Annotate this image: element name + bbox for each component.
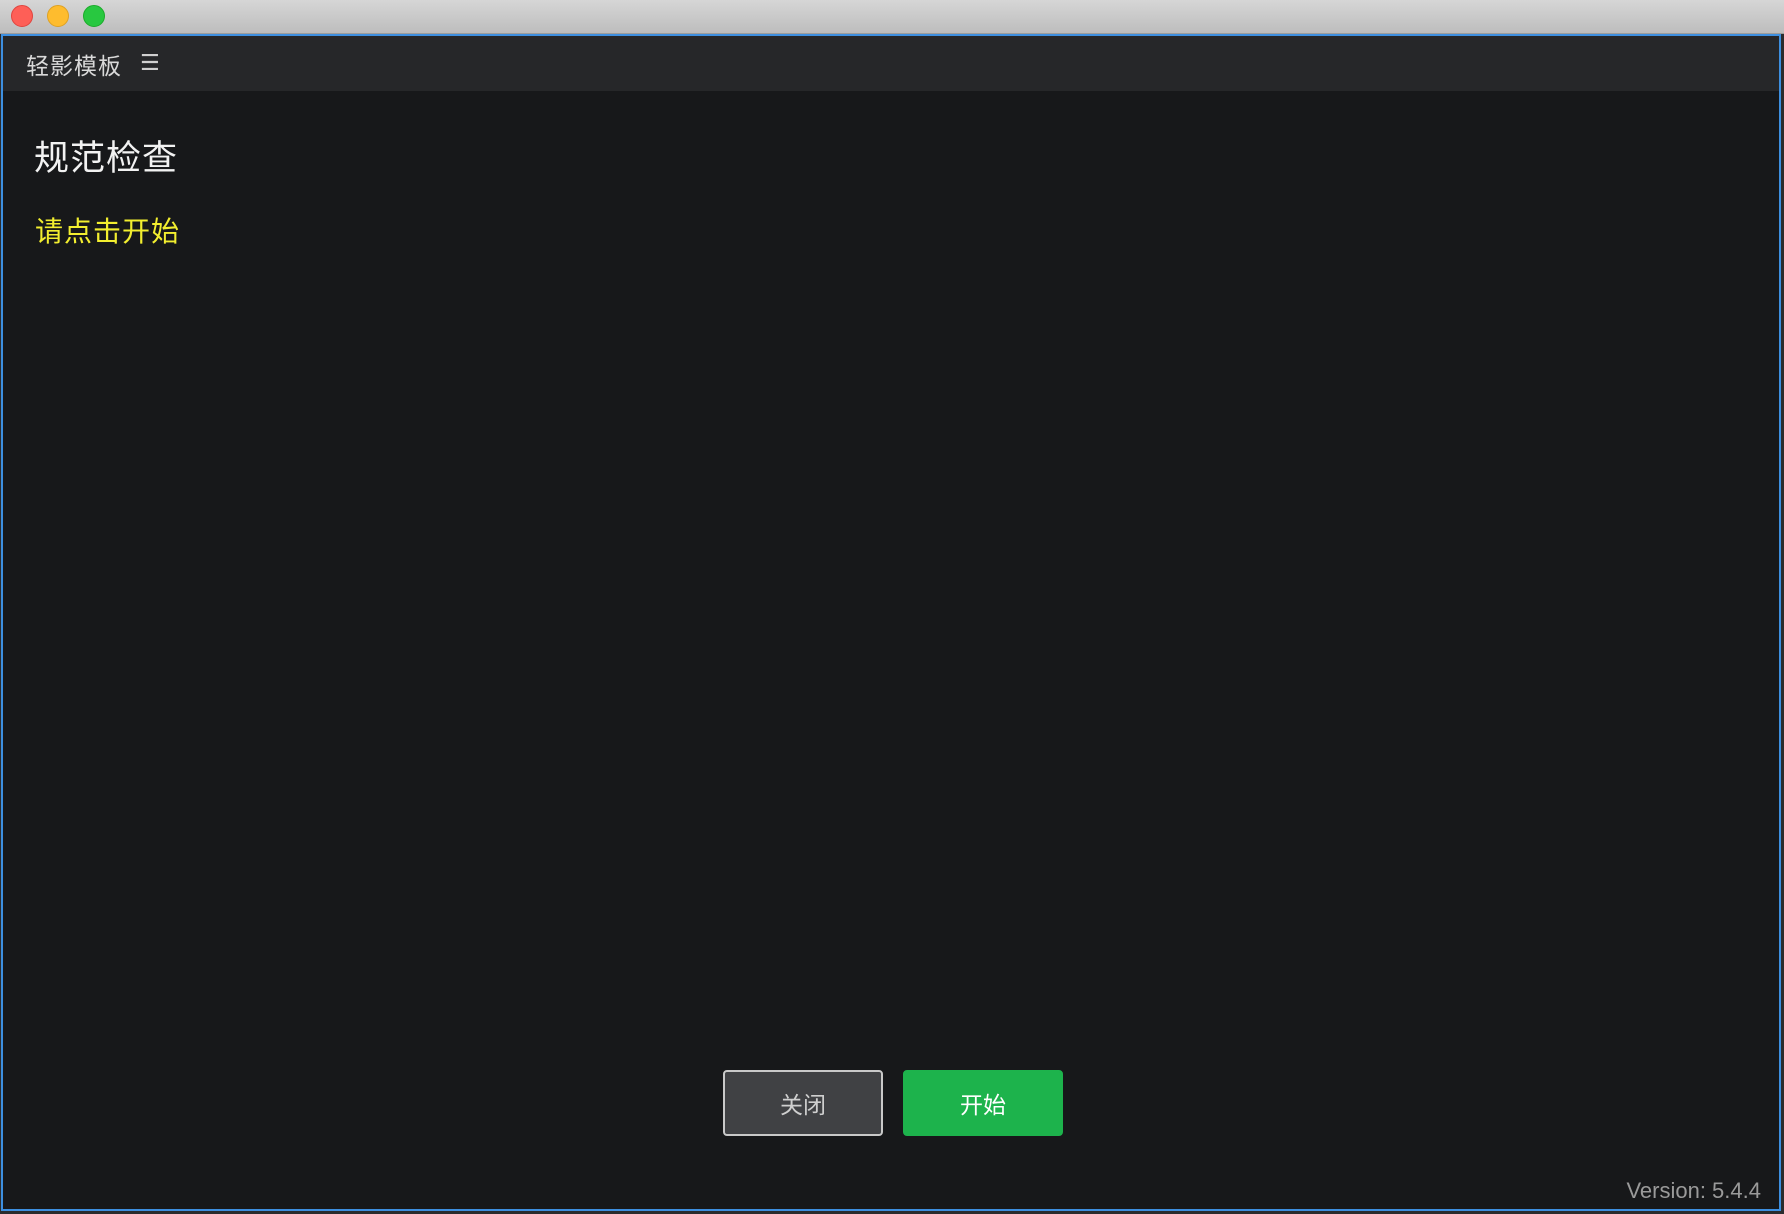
app-name: 轻影模板 [26,53,122,80]
app-window: 轻影模板 ☰ 规范检查 请点击开始 关闭 开始 Version: 5.4.4 [0,0,1784,1214]
window-close-button[interactable] [11,5,33,27]
start-button[interactable]: 开始 [903,1070,1063,1136]
window-titlebar[interactable] [0,0,1784,34]
page-title: 规范检查 [34,139,179,179]
app-content: 轻影模板 ☰ 规范检查 请点击开始 关闭 开始 Version: 5.4.4 [1,34,1781,1211]
version-label: Version: 5.4.4 [1626,1178,1761,1203]
window-minimize-button[interactable] [47,5,69,27]
hamburger-menu-icon[interactable]: ☰ [140,52,160,75]
status-message: 请点击开始 [35,215,181,248]
app-header: 轻影模板 ☰ [3,36,1779,91]
close-button[interactable]: 关闭 [723,1070,883,1136]
window-zoom-button[interactable] [83,5,105,27]
